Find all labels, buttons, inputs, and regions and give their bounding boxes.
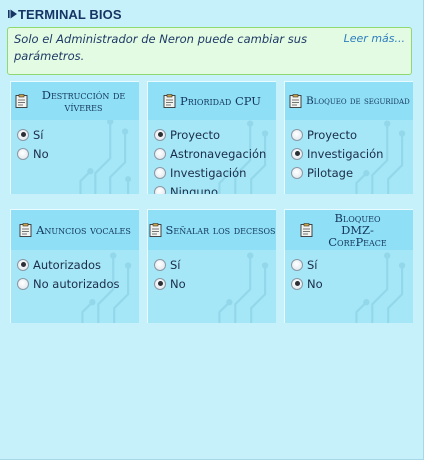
- radio-option-no[interactable]: No: [285, 274, 413, 293]
- clipboard-icon: [300, 223, 312, 237]
- panel-senalar-decesos: Señalar los decesos Sí No: [147, 209, 276, 323]
- panel-header: Bloqueo DMZ-CorePeace: [285, 210, 413, 250]
- panel-title: Bloqueo DMZ-CorePeace: [328, 211, 387, 249]
- radio-option-ninguno[interactable]: Ninguno: [148, 182, 276, 194]
- clipboard-icon: [289, 94, 302, 108]
- admin-notice: Solo el Administrador de Neron puede cam…: [7, 27, 412, 75]
- panel-bloqueo-seguridad: Bloqueo de seguridad Proyecto Investigac…: [284, 81, 413, 194]
- panel-title: Anuncios vocales: [36, 223, 131, 237]
- read-more-link[interactable]: Leer más...: [344, 32, 405, 45]
- radio-option-proyecto[interactable]: Proyecto: [285, 125, 413, 144]
- radio-option-astronavegacion[interactable]: Astronavegación: [148, 144, 276, 163]
- radio-unselected[interactable]: [154, 147, 166, 160]
- panel-header: Anuncios vocales: [11, 210, 139, 250]
- radio-selected[interactable]: [17, 128, 29, 141]
- page-title: TERMINAL BIOS: [18, 6, 122, 22]
- radio-unselected[interactable]: [291, 166, 303, 179]
- radio-unselected[interactable]: [154, 166, 166, 179]
- notice-message: Solo el Administrador de Neron puede cam…: [14, 32, 308, 63]
- panel-header: Bloqueo de seguridad: [285, 82, 413, 120]
- radio-option-investigacion[interactable]: Investigación: [148, 163, 276, 182]
- radio-selected[interactable]: [17, 258, 29, 271]
- radio-selected[interactable]: [291, 277, 303, 290]
- radio-option-si[interactable]: Sí: [11, 125, 139, 144]
- play-triangle-icon: [8, 8, 18, 20]
- clipboard-icon: [15, 94, 28, 108]
- radio-selected[interactable]: [154, 277, 166, 290]
- panel-title: Destrucción de víveres: [41, 88, 126, 114]
- panel-header: Destrucción de víveres: [11, 82, 139, 120]
- radio-option-investigacion[interactable]: Investigación: [285, 144, 413, 163]
- radio-option-proyecto[interactable]: Proyecto: [148, 125, 276, 144]
- radio-option-no[interactable]: No: [148, 274, 276, 293]
- terminal-bios-window: TERMINAL BIOS Solo el Administrador de N…: [0, 0, 424, 460]
- panel-header: Prioridad CPU: [148, 82, 276, 120]
- radio-option-pilotage[interactable]: Pilotage: [285, 163, 413, 182]
- clipboard-icon: [149, 223, 161, 237]
- clipboard-icon: [19, 223, 32, 237]
- radio-option-autorizados[interactable]: Autorizados: [11, 255, 139, 274]
- panel-prioridad-cpu: Prioridad CPU Proyecto Astronavegación I…: [147, 81, 276, 194]
- radio-option-si[interactable]: Sí: [285, 255, 413, 274]
- radio-option-no-autorizados[interactable]: No autorizados: [11, 274, 139, 293]
- panel-header: Señalar los decesos: [148, 210, 276, 250]
- radio-unselected[interactable]: [17, 147, 29, 160]
- panel-bloqueo-dmz: Bloqueo DMZ-CorePeace Sí No: [284, 209, 413, 323]
- clipboard-icon: [163, 94, 176, 108]
- panel-anuncios-vocales: Anuncios vocales Autorizados No autoriza…: [10, 209, 139, 323]
- radio-unselected[interactable]: [291, 258, 303, 271]
- radio-unselected[interactable]: [17, 277, 29, 290]
- radio-selected[interactable]: [154, 128, 166, 141]
- radio-selected[interactable]: [291, 147, 303, 160]
- panel-title: Señalar los decesos: [165, 223, 276, 237]
- radio-option-si[interactable]: Sí: [148, 255, 276, 274]
- panel-title: Prioridad CPU: [180, 94, 261, 108]
- panel-destruccion-viveres: Destrucción de víveres Sí No: [10, 81, 139, 194]
- radio-option-no[interactable]: No: [11, 144, 139, 163]
- radio-unselected[interactable]: [291, 128, 303, 141]
- panel-title: Bloqueo de seguridad: [306, 95, 410, 107]
- terminal-header: TERMINAL BIOS: [8, 5, 122, 23]
- radio-unselected[interactable]: [154, 258, 166, 271]
- radio-unselected[interactable]: [154, 185, 166, 194]
